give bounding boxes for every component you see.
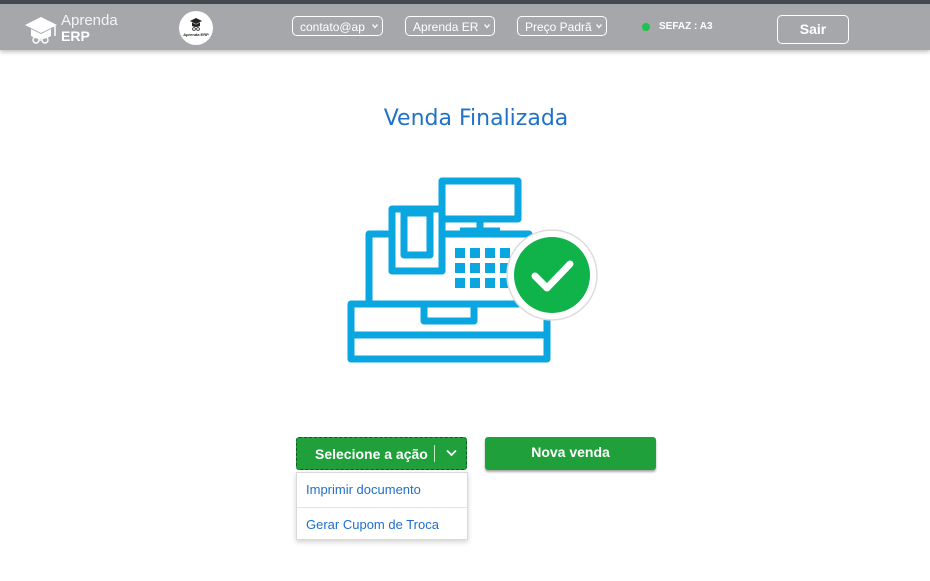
menu-item-exchange-coupon[interactable]: Gerar Cupom de Troca xyxy=(297,507,467,540)
select-action-button[interactable]: Selecione a ação xyxy=(296,437,467,470)
page-title: Venda Finalizada xyxy=(383,106,569,131)
brand-logo[interactable]: Aprenda ERP xyxy=(24,10,124,46)
account-select[interactable]: contato@ap xyxy=(292,16,383,36)
company-select[interactable]: Aprenda ER xyxy=(405,16,495,36)
select-action-label: Selecione a ação xyxy=(315,446,428,462)
check-circle-icon xyxy=(506,229,598,321)
graduation-cap-icon xyxy=(25,17,57,44)
new-sale-button[interactable]: Nova venda xyxy=(485,437,656,470)
company-avatar[interactable]: Aprenda ERP xyxy=(179,11,213,45)
chevron-down-icon xyxy=(484,24,490,29)
sefaz-status-dot xyxy=(642,23,650,31)
menu-item-print-document[interactable]: Imprimir documento xyxy=(297,473,467,506)
chevron-down-icon[interactable] xyxy=(446,449,457,457)
brand-name: Aprenda xyxy=(61,12,118,29)
account-select-value: contato@ap xyxy=(300,20,365,34)
price-table-select[interactable]: Preço Padrã xyxy=(517,16,607,36)
action-dropdown-menu: Imprimir documento Gerar Cupom de Troca xyxy=(296,472,468,540)
sefaz-status-text: SEFAZ : A3 xyxy=(659,21,713,32)
chevron-down-icon xyxy=(596,24,602,29)
brand-suffix: ERP xyxy=(61,28,90,44)
logout-button[interactable]: Sair xyxy=(777,15,849,44)
button-divider xyxy=(434,445,435,462)
graduation-cap-icon xyxy=(190,18,202,31)
chevron-down-icon xyxy=(372,24,378,29)
avatar-label: Aprenda ERP xyxy=(183,32,209,37)
price-table-select-value: Preço Padrã xyxy=(525,20,592,34)
top-navbar: Aprenda ERP Aprenda ERP contato@ap Apren… xyxy=(0,4,930,50)
company-select-value: Aprenda ER xyxy=(413,20,479,34)
